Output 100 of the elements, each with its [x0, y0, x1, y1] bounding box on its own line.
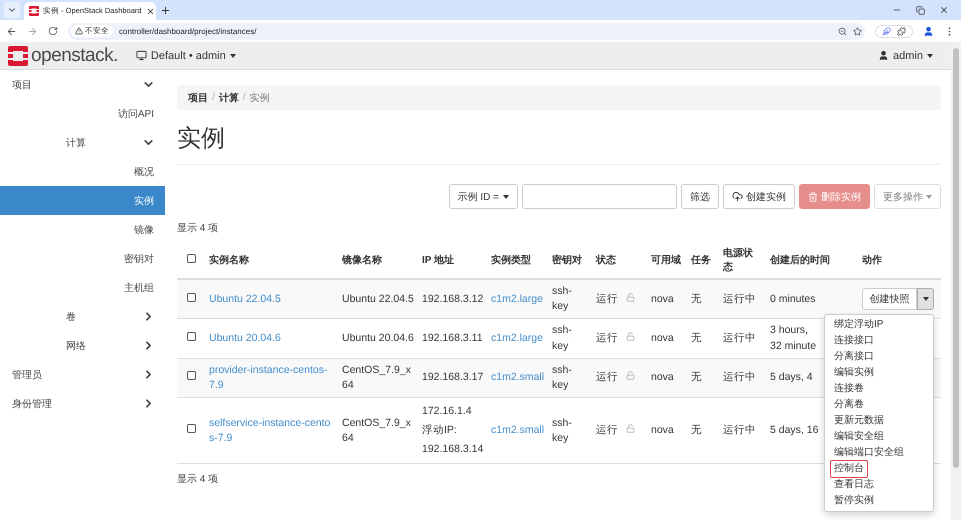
- flavor-link[interactable]: c1m2.small: [491, 424, 544, 436]
- caret-icon: [927, 54, 933, 58]
- toolbar-button[interactable]: 创建实例: [723, 184, 795, 209]
- cloud-upload-icon: [732, 191, 743, 202]
- restore-icon[interactable]: [916, 6, 925, 14]
- sidebar-item[interactable]: 镜像: [0, 215, 165, 244]
- table-cell: ssh-key: [552, 324, 572, 352]
- tab-list-button[interactable]: [4, 2, 20, 18]
- project-selector[interactable]: Default • admin: [136, 50, 236, 62]
- bookmark-star-icon[interactable]: [853, 26, 862, 36]
- menu-item[interactable]: 暂停实例: [830, 492, 878, 510]
- menu-item[interactable]: 连接接口: [830, 332, 878, 350]
- unlocked-icon: [626, 371, 635, 380]
- table-cell: 无: [691, 424, 702, 436]
- row-checkbox[interactable]: [187, 424, 196, 434]
- actions-dropdown-toggle[interactable]: [917, 288, 934, 310]
- sidebar-item[interactable]: 密钥对: [0, 244, 165, 273]
- menu-item[interactable]: 查看日志: [830, 476, 878, 494]
- create-snapshot-button[interactable]: 创建快照: [862, 288, 917, 310]
- close-icon[interactable]: [146, 6, 155, 16]
- breadcrumb-separator: /: [242, 92, 246, 103]
- table-cell-text: 5 days, 4: [770, 370, 813, 386]
- menu-item[interactable]: 更新元数据: [830, 412, 888, 430]
- profile-icon[interactable]: [923, 26, 934, 36]
- menu-item[interactable]: 控制台: [830, 460, 868, 478]
- table-cell: 运行中: [723, 371, 756, 384]
- menu-item[interactable]: 编辑安全组: [830, 428, 888, 446]
- table-cell-text: 192.168.3.17: [422, 370, 483, 386]
- sidebar-group[interactable]: 身份管理: [0, 389, 165, 418]
- page-title: 实例: [177, 122, 941, 165]
- row-checkbox[interactable]: [187, 371, 196, 380]
- instance-name-link[interactable]: selfservice-instance-centos-7.9: [209, 416, 334, 446]
- table-cell: 运行中: [723, 292, 756, 305]
- sidebar-group[interactable]: 网络: [0, 331, 165, 360]
- row-checkbox[interactable]: [187, 292, 196, 302]
- table-cell: 运行中: [723, 424, 756, 436]
- reload-icon[interactable]: [48, 26, 58, 36]
- logo-text: openstack.: [31, 44, 118, 66]
- scrollbar[interactable]: [951, 42, 961, 520]
- table-cell: CentOS_7.9_x64: [342, 364, 411, 392]
- user-menu[interactable]: admin: [878, 50, 933, 62]
- back-icon[interactable]: [6, 26, 17, 36]
- breadcrumb-link[interactable]: 实例: [250, 90, 270, 104]
- table-cell: 5 days, 16: [770, 423, 818, 438]
- table-cell: 192.168.3.12: [422, 292, 483, 307]
- sidebar-item[interactable]: 实例: [0, 186, 165, 215]
- table-cell: nova: [651, 292, 674, 305]
- unlocked-icon: [626, 424, 635, 434]
- table-cell-text: 192.168.3.14: [422, 442, 483, 458]
- select-all-checkbox[interactable]: [187, 254, 196, 262]
- close-icon[interactable]: [939, 5, 949, 15]
- openstack-logo-icon: [29, 6, 39, 16]
- filter-select[interactable]: 示例 ID =: [448, 184, 518, 209]
- table-cell: nova: [651, 371, 674, 384]
- table-cell: 运行: [596, 332, 618, 344]
- table-cell: 运行中: [723, 332, 756, 344]
- menu-item[interactable]: 连接卷: [830, 380, 868, 398]
- puzzle-icon[interactable]: [897, 26, 906, 36]
- breadcrumb-separator: /: [212, 92, 215, 103]
- instance-name-link[interactable]: Ubuntu 20.04.6: [209, 331, 334, 346]
- zoom-icon[interactable]: [838, 26, 847, 36]
- table-cell-text: 3 hours, 32 minute: [770, 323, 818, 354]
- sidebar-group[interactable]: 管理员: [0, 360, 165, 389]
- item-count: 显示 4 项: [177, 473, 218, 486]
- table-cell: CentOS_7.9_x64: [342, 416, 411, 444]
- toolbar-button[interactable]: 筛选: [681, 184, 719, 209]
- filter-input[interactable]: [522, 184, 677, 209]
- menu-item[interactable]: 分离卷: [830, 396, 868, 414]
- row-checkbox[interactable]: [187, 332, 196, 342]
- new-tab-icon[interactable]: [160, 5, 171, 16]
- sidebar-group[interactable]: 项目: [0, 70, 165, 99]
- breadcrumb-link[interactable]: 项目: [188, 90, 208, 104]
- url-text: controller/dashboard/project/instances/: [119, 26, 258, 36]
- menu-item[interactable]: 编辑端口安全组: [830, 444, 908, 462]
- extension-icon[interactable]: [882, 26, 891, 36]
- menu-item[interactable]: 分离接口: [830, 348, 878, 366]
- item-count: 显示 4 项: [177, 222, 218, 235]
- unlocked-icon: [626, 332, 635, 342]
- sidebar-group[interactable]: 计算: [0, 128, 165, 157]
- table-cell: 运行: [596, 424, 618, 436]
- caret-icon: [503, 194, 509, 198]
- unlocked-icon: [626, 292, 635, 302]
- openstack-logo-icon: [8, 46, 28, 66]
- table-cell: ssh-key: [552, 364, 572, 392]
- user-icon: [878, 50, 890, 61]
- table-cell: nova: [651, 332, 674, 344]
- table-cell: 0 minutes: [770, 292, 816, 307]
- sidebar-item[interactable]: 主机组: [0, 273, 165, 302]
- menu-item[interactable]: 编辑实例: [830, 364, 878, 382]
- sidebar-item[interactable]: 概况: [0, 157, 165, 186]
- flavor-link[interactable]: c1m2.large: [491, 332, 543, 344]
- sidebar-group[interactable]: 卷: [0, 302, 165, 331]
- table-cell: 无: [691, 332, 702, 344]
- table-cell: ssh-key: [552, 416, 572, 444]
- table-cell: 无: [691, 371, 702, 384]
- warning-icon: [75, 27, 83, 35]
- caret-icon: [922, 297, 928, 302]
- sidebar-item[interactable]: 访问API: [0, 99, 165, 128]
- menu-item[interactable]: 绑定浮动IP: [830, 316, 888, 334]
- breadcrumb-link[interactable]: 计算: [218, 90, 239, 104]
